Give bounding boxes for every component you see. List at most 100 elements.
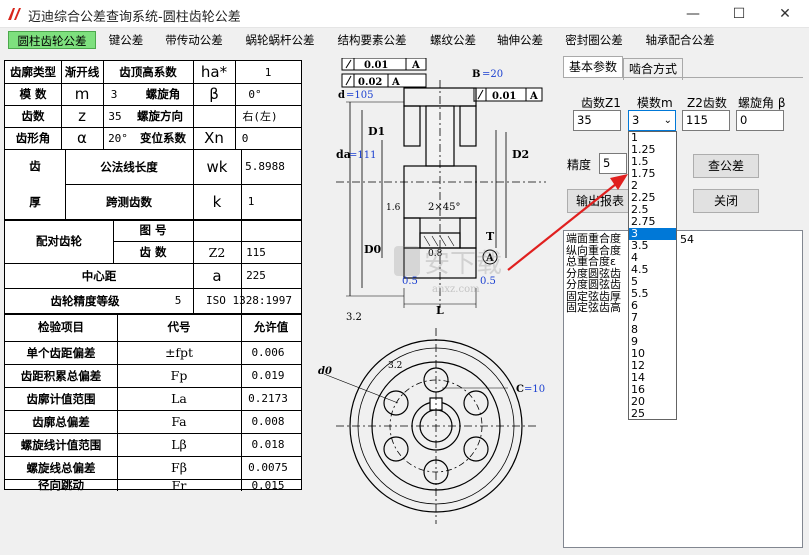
roughness-0-5-left: 0.5 bbox=[402, 276, 418, 287]
table-row-code: Fa bbox=[171, 414, 187, 429]
tab-seal[interactable]: 密封圈公差 bbox=[560, 31, 628, 49]
runout-top-datum: A bbox=[391, 77, 400, 88]
title-bar: 迈迪综合公差查询系统-圆柱齿轮公差 — ☐ ✕ bbox=[0, 0, 809, 28]
flatness-value: 0.01 bbox=[364, 60, 388, 71]
teeth-value: 35 bbox=[108, 109, 122, 123]
app-logo-icon bbox=[8, 8, 21, 20]
accuracy-standard: ISO 1328:1997 bbox=[205, 294, 293, 307]
b-value: =20 bbox=[482, 69, 503, 80]
shift-coefficient-symbol: Xn bbox=[204, 129, 224, 147]
shift-coefficient-label: 变位系数 bbox=[140, 131, 186, 145]
center-distance-value: 225 bbox=[246, 269, 266, 282]
gear-front-view bbox=[323, 328, 536, 524]
table-row-item: 齿廓总偏差 bbox=[32, 414, 90, 429]
drawing-number-label: 图 号 bbox=[139, 223, 167, 237]
addendum-value: 1 bbox=[264, 65, 272, 79]
table-row-code: La bbox=[171, 391, 187, 406]
tab-structure[interactable]: 结构要素公差 bbox=[332, 31, 412, 49]
wk-value: 5.8988 bbox=[245, 160, 285, 173]
tab-bearing[interactable]: 轴承配合公差 bbox=[640, 31, 720, 49]
roughness-3-2-front: 3.2 bbox=[388, 361, 402, 371]
wk-label: 公法线长度 bbox=[100, 159, 158, 174]
d-value: =105 bbox=[346, 90, 373, 101]
tab-key[interactable]: 键公差 bbox=[104, 31, 148, 49]
d0-label: D0 bbox=[364, 243, 382, 256]
z1-label: 齿数Z1 bbox=[581, 96, 621, 110]
helix-angle-input[interactable]: 0 bbox=[736, 110, 784, 131]
profile-type-label: 齿廓类型 bbox=[10, 65, 56, 79]
close-button[interactable]: ✕ bbox=[762, 0, 808, 28]
table-row-item: 齿距积累总偏差 bbox=[20, 368, 102, 383]
pressure-angle-value: 20° bbox=[108, 131, 128, 145]
table-row-code: ±fpt bbox=[164, 345, 194, 360]
window-title: 迈迪综合公差查询系统-圆柱齿轮公差 bbox=[28, 10, 241, 25]
b-label: B bbox=[472, 69, 480, 80]
d2-label: D2 bbox=[512, 148, 529, 161]
tab-cylindrical-gear[interactable]: 圆柱齿轮公差 bbox=[8, 31, 96, 49]
roughness-3-2: 3.2 bbox=[346, 312, 362, 323]
flatness-datum: A bbox=[411, 60, 420, 71]
teeth-symbol: z bbox=[78, 107, 86, 125]
k-symbol: k bbox=[212, 192, 222, 211]
module-dropdown-list[interactable]: 1 1.25 1.5 1.75 2 2.25 2.5 2.75 3 3.5 4 … bbox=[628, 131, 677, 420]
table-row-value: 0.019 bbox=[251, 369, 285, 382]
table-row-item: 径向跳动 bbox=[38, 478, 84, 492]
da-value: =111 bbox=[349, 150, 376, 161]
tab-worm[interactable]: 蜗轮蜗杆公差 bbox=[240, 31, 320, 49]
tab-thread[interactable]: 螺纹公差 bbox=[424, 31, 482, 49]
beta-label: 螺旋角 β bbox=[738, 96, 786, 110]
chevron-down-icon[interactable]: ⌄ bbox=[664, 111, 672, 130]
involute-label: 渐开线 bbox=[64, 65, 100, 79]
result-value: 54 bbox=[680, 233, 694, 246]
gear-engineering-drawing: 0.01 A 0.02 A B =20 0.01 A d =105 D1 da bbox=[318, 58, 546, 524]
check-tolerance-button[interactable]: 查公差 bbox=[693, 154, 759, 178]
shift-coefficient-value: 0 bbox=[241, 131, 249, 145]
tab-shaft[interactable]: 轴伸公差 bbox=[492, 31, 548, 49]
k-label: 跨测齿数 bbox=[106, 194, 152, 209]
module-symbol: m bbox=[74, 85, 90, 103]
results-panel: 端面重合度 纵向重合度 总重合度ε 分度圆弦齿 分度圆弦齿 固定弦齿厚 固定弦齿… bbox=[563, 230, 803, 548]
roughness-1-6: 1.6 bbox=[386, 203, 401, 213]
mate-teeth-label: 齿 数 bbox=[139, 245, 167, 259]
export-report-button[interactable]: 输出报表 bbox=[567, 189, 633, 213]
parameter-tabs: 基本参数 啮合方式 bbox=[563, 56, 803, 80]
z1-input[interactable]: 35 bbox=[573, 110, 621, 131]
result-line: 总重合度ε bbox=[566, 255, 616, 268]
table-row-code: Fp bbox=[170, 368, 188, 383]
center-distance-label: 中心距 bbox=[81, 268, 117, 283]
tolerance-header-item: 检验项目 bbox=[38, 320, 84, 334]
basic-parameter-panel: 齿数Z1 模数m Z2齿数 螺旋角 β 35 3 ⌄ 115 0 精度 5 查公… bbox=[563, 77, 803, 222]
minimize-button[interactable]: — bbox=[670, 0, 716, 28]
runout-right-value: 0.01 bbox=[492, 91, 516, 102]
z2-input[interactable]: 115 bbox=[682, 110, 730, 131]
z2-label: Z2齿数 bbox=[687, 96, 727, 110]
precision-label: 精度 bbox=[567, 158, 592, 172]
accuracy-grade-label: 齿轮精度等级 bbox=[50, 293, 120, 308]
tolerance-header-code: 代号 bbox=[167, 320, 191, 334]
tab-basic-parameters[interactable]: 基本参数 bbox=[563, 56, 623, 78]
table-row-code: Lβ bbox=[171, 437, 187, 452]
table-row-item: 螺旋线计值范围 bbox=[20, 437, 102, 452]
module-select[interactable]: 3 ⌄ bbox=[628, 110, 676, 131]
addendum-symbol: ha* bbox=[200, 63, 228, 81]
app-window: 迈迪综合公差查询系统-圆柱齿轮公差 — ☐ ✕ 圆柱齿轮公差 键公差 带传动公差… bbox=[0, 0, 809, 555]
m-label: 模数m bbox=[637, 96, 673, 110]
table-row-value: 0.008 bbox=[251, 415, 285, 428]
table-row-value: 0.015 bbox=[251, 478, 285, 492]
tab-belt[interactable]: 带传动公差 bbox=[160, 31, 228, 49]
maximize-button[interactable]: ☐ bbox=[716, 0, 762, 28]
c-label: C bbox=[516, 384, 524, 395]
table-row-item: 单个齿距偏差 bbox=[26, 345, 96, 360]
precision-input[interactable]: 5 bbox=[599, 153, 627, 174]
result-line: 分度圆弦齿 bbox=[566, 278, 621, 291]
dropdown-option[interactable]: 25 bbox=[629, 408, 676, 420]
runout-top-value: 0.02 bbox=[358, 77, 382, 88]
close-panel-button[interactable]: 关闭 bbox=[693, 189, 759, 213]
pressure-angle-label: 齿形角 bbox=[15, 131, 51, 145]
z2-symbol: Z2 bbox=[208, 244, 226, 260]
helix-direction-value: 右(左) bbox=[242, 110, 278, 123]
runout-frame-top bbox=[341, 73, 427, 88]
module-value: 3 bbox=[110, 87, 118, 101]
helix-angle-label: 螺旋角 bbox=[145, 87, 181, 101]
table-row-value: 0.006 bbox=[251, 346, 285, 359]
